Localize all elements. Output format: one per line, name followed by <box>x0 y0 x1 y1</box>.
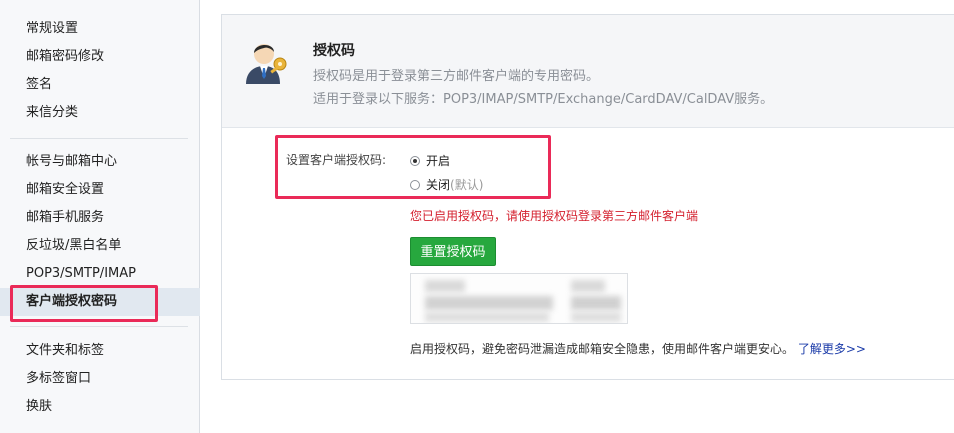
sidebar-item-folders-labels[interactable]: 文件夹和标签 <box>0 337 200 365</box>
radio-option-on[interactable]: 开启 <box>410 152 450 169</box>
sidebar-item-multi-tab-window[interactable]: 多标签窗口 <box>0 365 200 393</box>
sidebar-item-skin[interactable]: 换肤 <box>0 393 200 421</box>
panel-description: 授权码是用于登录第三方邮件客户端的专用密码。 <box>313 69 600 84</box>
auth-code-panel: 授权码 授权码是用于登录第三方邮件客户端的专用密码。 适用于登录以下服务：POP… <box>221 14 954 380</box>
redacted-block <box>571 280 605 292</box>
radio-on-label: 开启 <box>426 154 451 168</box>
status-message: 您已启用授权码，请使用授权码登录第三方邮件客户端 <box>410 209 699 223</box>
redacted-block <box>571 312 621 322</box>
sidebar-item-password-change[interactable]: 邮箱密码修改 <box>0 43 200 71</box>
learn-more-link[interactable]: 了解更多>> <box>798 342 866 356</box>
sidebar-group-general: 常规设置 邮箱密码修改 签名 来信分类 <box>0 15 200 127</box>
redacted-block <box>425 296 553 310</box>
auth-code-list-redacted <box>410 273 628 324</box>
radio-off-indicator[interactable] <box>410 179 420 190</box>
redacted-block <box>571 296 621 310</box>
sidebar-item-signature[interactable]: 签名 <box>0 71 200 99</box>
radio-option-off[interactable]: 关闭 (默认) <box>410 176 483 193</box>
sidebar-group-account: 帐号与邮箱中心 邮箱安全设置 邮箱手机服务 反垃圾/黑白名单 POP3/SMTP… <box>0 148 200 316</box>
sidebar-item-mobile-service[interactable]: 邮箱手机服务 <box>0 204 200 232</box>
setting-label: 设置客户端授权码: <box>286 153 387 167</box>
sidebar-item-pop3-smtp-imap[interactable]: POP3/SMTP/IMAP <box>0 260 200 288</box>
user-key-icon <box>246 44 287 84</box>
sidebar-item-general-settings[interactable]: 常规设置 <box>0 15 200 43</box>
panel-header: 授权码 授权码是用于登录第三方邮件客户端的专用密码。 适用于登录以下服务：POP… <box>222 15 954 128</box>
sidebar-divider <box>10 326 188 327</box>
sidebar-item-account-center[interactable]: 帐号与邮箱中心 <box>0 148 200 176</box>
redacted-block <box>425 312 549 322</box>
settings-sidebar: 常规设置 邮箱密码修改 签名 来信分类 帐号与邮箱中心 邮箱安全设置 邮箱手机服… <box>0 0 200 433</box>
panel-title: 授权码 <box>313 43 355 59</box>
radio-off-label: 关闭 <box>426 178 451 192</box>
panel-services-description: 适用于登录以下服务：POP3/IMAP/SMTP/Exchange/CardDA… <box>313 92 774 107</box>
footer-note: 启用授权码，避免密码泄漏造成邮箱安全隐患，使用邮件客户端更安心。 了解更多>> <box>410 340 866 357</box>
radio-on-indicator[interactable] <box>410 155 420 166</box>
sidebar-item-security-settings[interactable]: 邮箱安全设置 <box>0 176 200 204</box>
sidebar-group-misc: 文件夹和标签 多标签窗口 换肤 <box>0 337 200 421</box>
sidebar-item-client-auth-password[interactable]: 客户端授权密码 <box>0 288 200 316</box>
footer-text: 启用授权码，避免密码泄漏造成邮箱安全隐患，使用邮件客户端更安心。 <box>410 342 795 356</box>
radio-off-default-hint: (默认) <box>450 178 484 192</box>
sidebar-item-mail-filter[interactable]: 来信分类 <box>0 99 200 127</box>
reset-auth-code-button[interactable]: 重置授权码 <box>410 237 496 266</box>
sidebar-item-spam-blacklist[interactable]: 反垃圾/黑白名单 <box>0 232 200 260</box>
sidebar-divider <box>10 138 188 139</box>
redacted-block <box>425 280 465 292</box>
